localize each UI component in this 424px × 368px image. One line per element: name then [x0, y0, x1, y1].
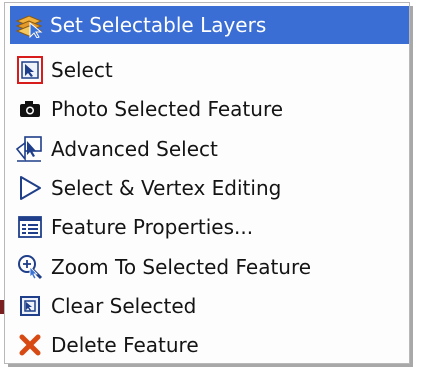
- clear-icon: [15, 291, 45, 321]
- advanced-select-icon: [15, 134, 45, 164]
- camera-icon: [15, 94, 45, 124]
- menu-item-label: Clear Selected: [51, 294, 197, 318]
- zoom-icon: [15, 252, 45, 282]
- menu-item-label: Select & Vertex Editing: [51, 176, 282, 200]
- menu-item-clear-selected[interactable]: Clear Selected: [11, 287, 405, 325]
- menu-item-label: Photo Selected Feature: [51, 97, 284, 121]
- menu-item-label: Zoom To Selected Feature: [51, 255, 312, 279]
- menu-item-photo-selected-feature[interactable]: Photo Selected Feature: [11, 90, 405, 128]
- menu-item-label: Select: [51, 58, 113, 82]
- menu-item-label: Set Selectable Layers: [50, 13, 267, 37]
- menu-item-set-selectable-layers[interactable]: Set Selectable Layers: [10, 6, 409, 44]
- menu-item-label: Advanced Select: [51, 137, 218, 161]
- menu-item-advanced-select[interactable]: Advanced Select: [11, 130, 405, 168]
- layers-icon: [14, 10, 44, 40]
- menu-item-delete-feature[interactable]: Delete Feature: [11, 326, 405, 364]
- delete-icon: [15, 330, 45, 360]
- vertex-edit-icon: [15, 173, 45, 203]
- menu-item-select[interactable]: Select: [11, 51, 405, 89]
- menu-shadow-bottom: [8, 364, 413, 367]
- context-menu: Set Selectable Layers Select Photo Selec…: [4, 2, 410, 364]
- menu-item-select-vertex-editing[interactable]: Select & Vertex Editing: [11, 169, 405, 207]
- menu-item-label: Feature Properties...: [51, 215, 254, 239]
- background-fragment: [0, 300, 4, 314]
- menu-item-zoom-to-selected-feature[interactable]: Zoom To Selected Feature: [11, 248, 405, 286]
- menu-shadow-right: [410, 6, 413, 364]
- properties-icon: [15, 212, 45, 242]
- menu-item-feature-properties[interactable]: Feature Properties...: [11, 208, 405, 246]
- menu-item-label: Delete Feature: [51, 333, 199, 357]
- select-arrow-icon: [15, 55, 45, 85]
